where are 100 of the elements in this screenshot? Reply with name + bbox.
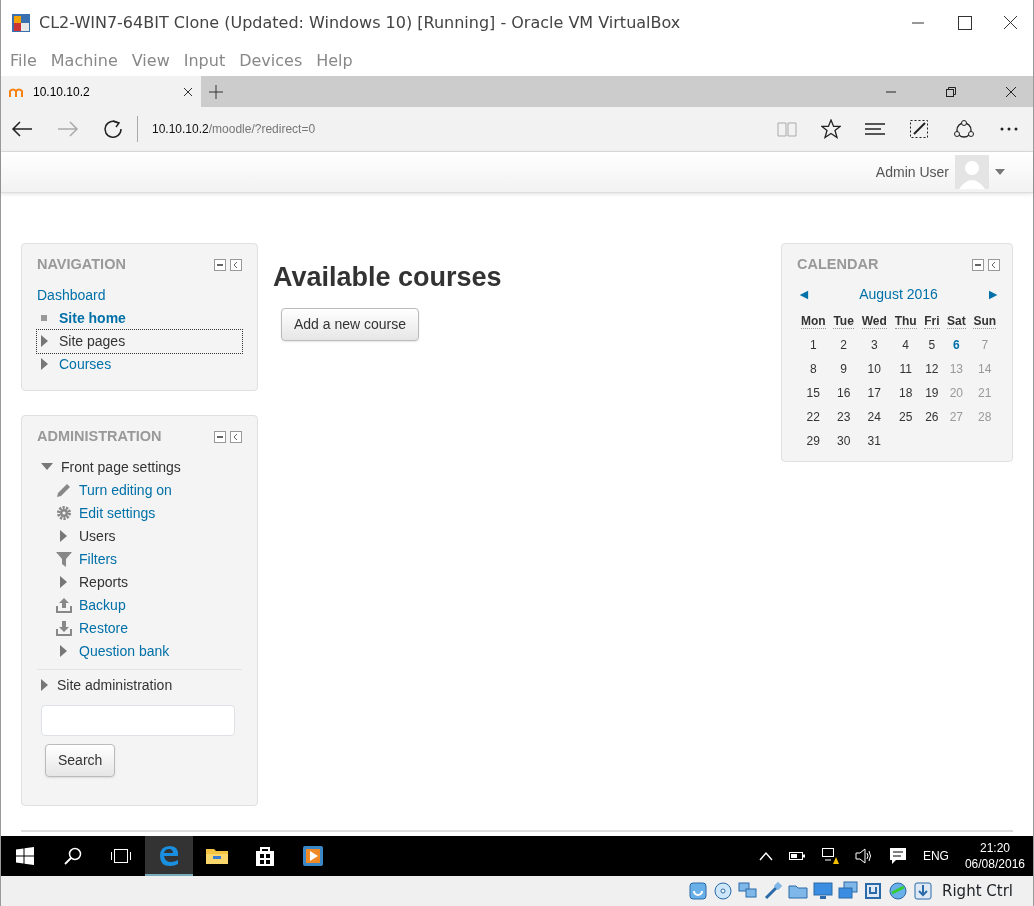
maximize-icon[interactable] (956, 15, 972, 31)
tree-link[interactable]: Filters (79, 548, 118, 570)
calendar-day: 17 (867, 385, 881, 400)
page-heading: Available courses (273, 261, 503, 294)
expanded-arrow-icon[interactable] (41, 463, 53, 471)
calendar-day: 1 (809, 337, 817, 352)
tree-link[interactable]: Edit settings (79, 502, 156, 524)
weekday-header: Sat (947, 313, 966, 329)
collapse-icon[interactable] (214, 430, 226, 443)
network-warning-icon[interactable] (820, 847, 839, 865)
nav-link[interactable]: Site home (59, 307, 126, 329)
clock-date[interactable]: 06/08/2016 (964, 856, 1025, 872)
filter-icon (55, 550, 73, 568)
user-name[interactable]: Admin User (875, 161, 949, 183)
app-icon (11, 13, 31, 33)
tree-item[interactable]: Front page settings (61, 456, 181, 478)
screens-icon[interactable] (838, 881, 859, 901)
hub-lines-icon[interactable] (865, 122, 885, 136)
restore-icon[interactable] (945, 85, 957, 98)
nav-row[interactable]: Site pages (37, 329, 242, 353)
tree-item[interactable]: Reports (79, 571, 129, 593)
menu-item[interactable]: View (124, 49, 177, 73)
favorite-star-icon[interactable] (821, 119, 841, 139)
nav-item[interactable]: Site pages (59, 330, 126, 352)
calendar-day: 15 (806, 385, 820, 400)
nav-row[interactable]: Dashboard (37, 283, 242, 307)
tree-link[interactable]: Question bank (79, 640, 170, 662)
close-icon[interactable] (1005, 85, 1017, 98)
language-indicator[interactable]: ENG (922, 847, 949, 865)
calendar-day: 10 (867, 361, 881, 376)
calendar-day: 5 (928, 337, 936, 352)
store-bag-icon[interactable] (254, 845, 276, 867)
collapse-icon[interactable] (972, 258, 984, 271)
search-button[interactable]: Search (45, 743, 116, 777)
menu-item[interactable]: Help (309, 49, 360, 73)
tree-link[interactable]: Turn editing on (79, 479, 172, 501)
usb-icon[interactable] (763, 881, 784, 901)
collapsed-arrow-icon[interactable] (60, 530, 68, 542)
windows-start-icon[interactable] (16, 847, 34, 865)
weekday-header: Thu (894, 313, 917, 329)
dock-icon[interactable] (988, 258, 1000, 271)
browser-tab[interactable]: 10.10.10.2 (1, 76, 201, 107)
nav-row[interactable]: Courses (37, 352, 242, 376)
weekday-header: Sun (973, 313, 997, 329)
nav-link[interactable]: Dashboard (37, 284, 106, 306)
collapse-icon[interactable] (214, 258, 226, 271)
menu-item[interactable]: Input (176, 49, 233, 73)
chevron-up-icon[interactable] (758, 851, 773, 861)
dock-icon[interactable] (230, 430, 242, 443)
back-icon[interactable] (11, 120, 33, 138)
search-field[interactable] (41, 704, 235, 736)
menu-item[interactable]: Machine (43, 49, 125, 73)
collapsed-arrow-icon[interactable] (41, 358, 49, 371)
nav-link[interactable]: Courses (59, 353, 112, 375)
collapsed-arrow-icon[interactable] (41, 335, 49, 348)
refresh-icon[interactable] (103, 119, 123, 139)
calendar-day: 3 (870, 337, 878, 352)
menu-item[interactable]: Devices (232, 49, 310, 73)
chip-icon[interactable] (863, 881, 884, 901)
close-icon[interactable] (183, 86, 193, 97)
clock-time[interactable]: 21:20 (964, 840, 1025, 856)
tree-item[interactable]: Site administration (57, 674, 173, 696)
browser-e-icon[interactable] (157, 843, 181, 867)
calendar-day: 20 (949, 385, 963, 400)
speaker-icon[interactable] (854, 848, 873, 864)
calendar-day[interactable]: 6 (953, 337, 960, 352)
next-month-link[interactable]: ► (986, 283, 1000, 305)
task-view-icon[interactable] (110, 847, 132, 865)
collapsed-arrow-icon[interactable] (41, 679, 49, 691)
tab-title: 10.10.10.2 (33, 83, 91, 101)
calendar-day: 24 (867, 409, 881, 424)
collapsed-arrow-icon[interactable] (60, 576, 68, 588)
calendar-day: 9 (840, 361, 847, 376)
tree-link[interactable]: Backup (79, 594, 126, 616)
add-course-button[interactable]: Add a new course (281, 307, 420, 341)
folder-icon[interactable] (205, 846, 229, 866)
close-icon[interactable] (1002, 15, 1018, 31)
collapsed-arrow-icon[interactable] (60, 645, 68, 657)
caret-icon[interactable] (995, 169, 1005, 175)
share-icon[interactable] (953, 119, 975, 139)
media-play-icon[interactable] (302, 845, 324, 867)
network-icon[interactable] (738, 881, 759, 901)
battery-icon[interactable] (788, 851, 805, 861)
weekday-header: Wed (861, 313, 887, 329)
notification-icon[interactable] (888, 847, 907, 865)
month-link[interactable]: August 2016 (859, 283, 938, 305)
display-icon[interactable] (813, 881, 834, 901)
optical-disc-icon[interactable] (713, 881, 734, 901)
keyboard-capture-icon[interactable] (913, 881, 934, 901)
nav-row[interactable]: Site home (37, 306, 242, 330)
tree-link[interactable]: Restore (79, 617, 129, 639)
pen-note-icon[interactable] (909, 119, 929, 139)
prev-month-link[interactable]: ◄ (797, 283, 811, 305)
search-icon[interactable] (64, 847, 82, 865)
menu-item[interactable]: File (3, 49, 44, 73)
calendar-day: 25 (898, 409, 913, 424)
more-icon[interactable] (999, 126, 1019, 132)
tree-item[interactable]: Users (79, 525, 116, 547)
dock-icon[interactable] (230, 258, 242, 271)
calendar-day: 16 (836, 385, 851, 400)
